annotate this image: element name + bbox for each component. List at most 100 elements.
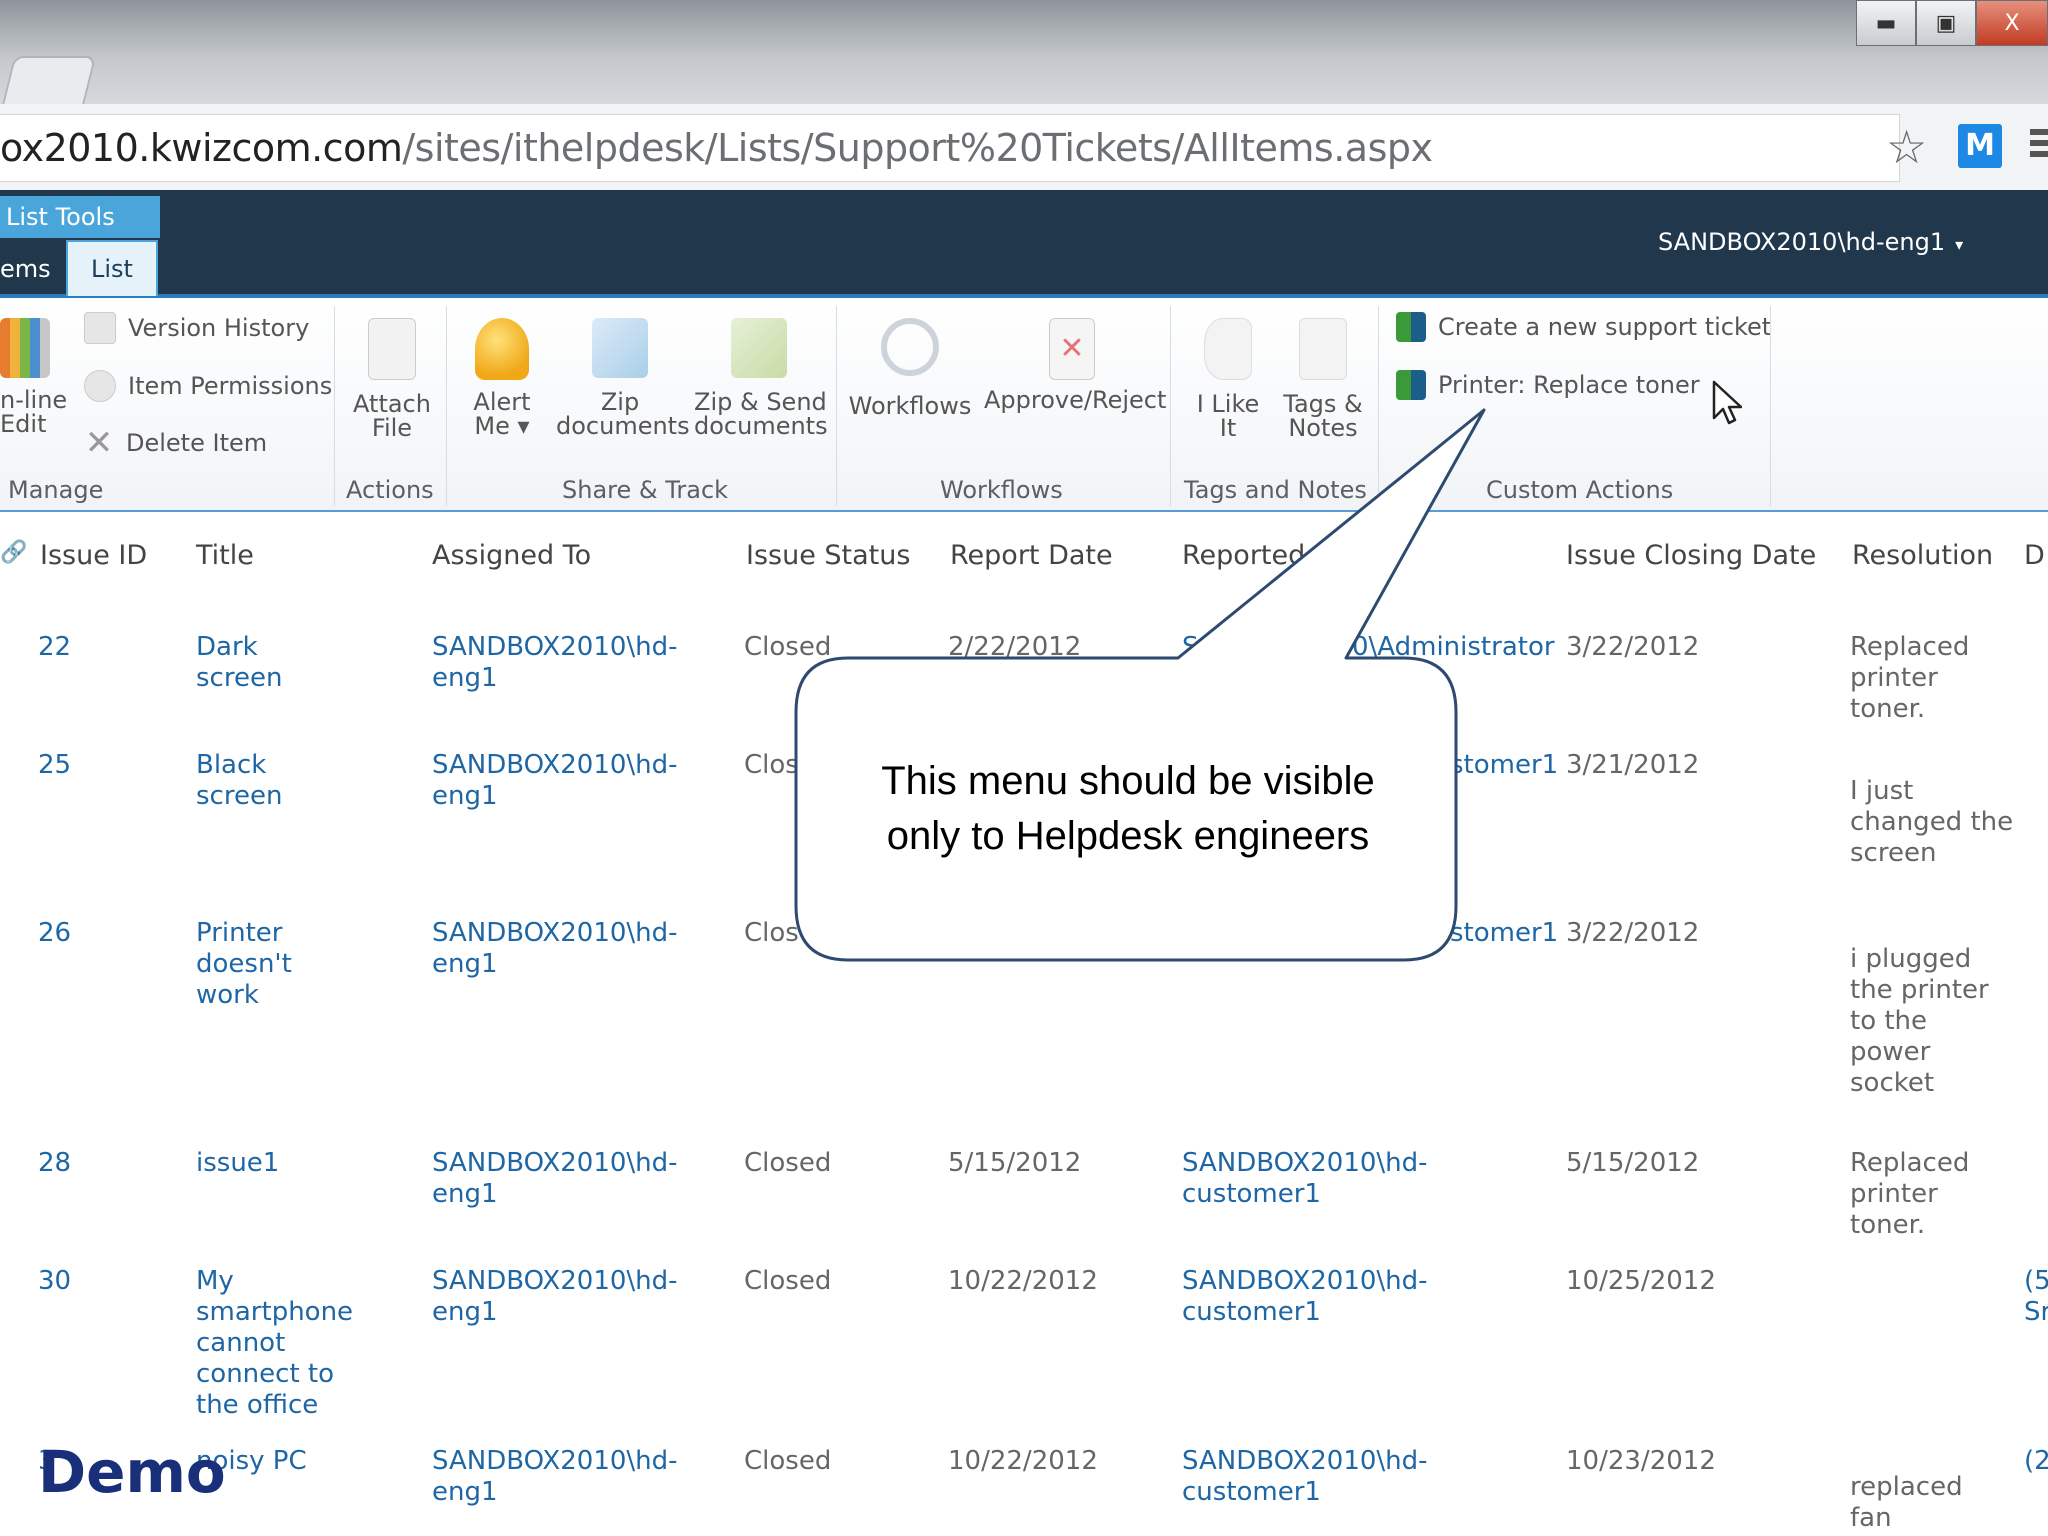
cell-extra: (2: [2024, 1446, 2048, 1476]
group-divider: [1378, 306, 1379, 506]
mouse-pointer-icon: [1712, 380, 1742, 425]
tags-notes-button[interactable]: Tags & Notes: [1280, 318, 1366, 440]
item-permissions-icon: [84, 370, 116, 402]
inline-edit-label: n-line Edit: [0, 386, 68, 438]
cell-assigned[interactable]: SANDBOX2010\hd-eng1: [432, 1148, 742, 1210]
item-permissions-label: Item Permissions: [128, 372, 333, 400]
cell-title[interactable]: Black screen: [196, 750, 396, 812]
cell-title[interactable]: My smartphone cannot connect to the offi…: [196, 1266, 396, 1421]
group-label-custom-actions: Custom Actions: [1486, 476, 1674, 504]
user-menu[interactable]: SANDBOX2010\hd-eng1 ▾: [1658, 224, 1963, 263]
tab-items[interactable]: ems: [0, 244, 64, 294]
zip-send-button[interactable]: Zip & Send documents: [694, 318, 828, 438]
create-support-ticket-label: Create a new support ticket: [1438, 313, 1772, 341]
inline-edit-icon: [0, 318, 50, 378]
cell-closing: 3/22/2012: [1566, 918, 1700, 948]
cell-resolution: i plugged the printer to the power socke…: [1850, 944, 1989, 1098]
group-label-share-track: Share & Track: [562, 476, 729, 504]
zip-documents-button[interactable]: Zip documents: [556, 318, 690, 438]
cell-report-date: 10/22/2012: [948, 1266, 1098, 1296]
callout-line-2: only to Helpdesk engineers: [886, 814, 1370, 858]
cell-title[interactable]: Dark screen: [196, 632, 396, 694]
version-history-button[interactable]: Version History: [84, 312, 309, 344]
col-header-assigned-to[interactable]: Assigned To: [432, 540, 591, 571]
attach-file-label: Attach File: [353, 390, 431, 442]
cell-assigned[interactable]: SANDBOX2010\hd-eng1: [432, 632, 742, 694]
version-history-icon: [84, 312, 116, 344]
workflow-icon: [881, 318, 939, 376]
approve-reject-icon: ✕: [1049, 318, 1095, 380]
cell-title[interactable]: noisy PC: [196, 1446, 396, 1477]
cell-closing: 10/25/2012: [1566, 1266, 1716, 1296]
maximize-button[interactable]: ▣: [1916, 0, 1976, 46]
tags-notes-label: Tags & Notes: [1283, 390, 1363, 442]
bell-icon: [475, 318, 529, 380]
paperclip-icon: [368, 318, 416, 380]
cell-reported-by[interactable]: SANDBOX2010\hd-customer1: [1182, 1266, 1562, 1328]
create-support-ticket-button[interactable]: Create a new support ticket: [1396, 312, 1771, 342]
approve-reject-label: Approve/Reject: [984, 386, 1167, 414]
col-header-report-date[interactable]: Report Date: [950, 540, 1113, 571]
i-like-it-button[interactable]: I Like It: [1186, 318, 1270, 440]
cell-assigned[interactable]: SANDBOX2010\hd-eng1: [432, 1266, 742, 1328]
cell-resolution: Replaced printer toner.: [1850, 1148, 1970, 1240]
callout-line-1: This menu should be visible: [881, 759, 1375, 803]
cell-title[interactable]: Printer doesn't work: [196, 918, 396, 1011]
url-host: ox2010.kwizcom.com: [0, 126, 403, 170]
printer-replace-toner-button[interactable]: Printer: Replace toner: [1396, 370, 1700, 400]
cell-id: 25: [38, 750, 72, 780]
cell-reporter-tail[interactable]: 0\Administrator: [1352, 632, 1562, 663]
cell-status: Closed: [744, 632, 832, 662]
cell-reported-by[interactable]: SANDBOX2010\hd-customer1: [1182, 1446, 1562, 1508]
cell-status: Closed: [744, 1446, 832, 1476]
col-header-resolution[interactable]: Resolution: [1852, 540, 1993, 571]
group-divider: [446, 306, 447, 506]
zip-send-icon: [731, 318, 787, 378]
attach-file-button[interactable]: Attach File: [352, 318, 432, 440]
group-label-tags-notes: Tags and Notes: [1184, 476, 1367, 504]
col-header-reported-by[interactable]: Reported: [1182, 540, 1305, 571]
approve-reject-button[interactable]: ✕ Approve/Reject: [984, 318, 1167, 414]
col-header-issue-id[interactable]: Issue ID: [40, 540, 147, 571]
url-text[interactable]: ox2010.kwizcom.com/sites/ithelpdesk/List…: [0, 120, 1433, 176]
cell-assigned[interactable]: SANDBOX2010\hd-eng1: [432, 918, 742, 980]
inline-edit-button[interactable]: n-line Edit: [0, 318, 68, 438]
cell-title[interactable]: issue1: [196, 1148, 396, 1179]
cell-closing: 10/23/2012: [1566, 1446, 1716, 1476]
alert-me-label: Alert Me ▾: [473, 388, 531, 440]
close-button[interactable]: X: [1976, 0, 2048, 46]
group-divider: [1770, 306, 1771, 506]
url-path: /sites/ithelpdesk/Lists/Support%20Ticket…: [402, 126, 1433, 170]
col-header-extra[interactable]: D: [2024, 540, 2045, 571]
browser-tab[interactable]: [1, 56, 97, 106]
browser-menu-icon[interactable]: [2030, 124, 2048, 168]
list-tools-label: List Tools: [0, 196, 160, 238]
workflows-button[interactable]: Workflows: [848, 318, 972, 418]
minimize-button[interactable]: ▬: [1856, 0, 1916, 46]
extension-icon[interactable]: M: [1958, 124, 2002, 168]
group-label-manage: Manage: [8, 476, 104, 504]
cell-status: Closed: [744, 1148, 832, 1178]
delete-x-icon: ✕: [84, 423, 114, 463]
cell-closing: 3/21/2012: [1566, 750, 1700, 780]
cell-status: Clos: [744, 918, 799, 948]
tab-list[interactable]: List: [66, 240, 158, 296]
cell-report-date: 5/15/2012: [948, 1148, 1082, 1178]
col-header-issue-status[interactable]: Issue Status: [746, 540, 910, 571]
cell-reported-by[interactable]: SANDBOX2010\hd-customer1: [1182, 1148, 1562, 1210]
star-icon[interactable]: ☆: [1886, 122, 1936, 172]
item-permissions-button[interactable]: Item Permissions: [84, 370, 332, 402]
cell-resolution: Replaced printer toner.: [1850, 632, 1970, 724]
delete-item-button[interactable]: ✕ Delete Item: [84, 423, 267, 463]
cell-id: 28: [38, 1148, 72, 1178]
callout-text: This menu should be visible only to Help…: [800, 754, 1456, 864]
cell-assigned[interactable]: SANDBOX2010\hd-eng1: [432, 1446, 742, 1508]
col-header-closing-date[interactable]: Issue Closing Date: [1566, 540, 1816, 571]
cell-assigned[interactable]: SANDBOX2010\hd-eng1: [432, 750, 742, 812]
col-header-title[interactable]: Title: [196, 540, 254, 571]
zip-icon: [592, 318, 648, 378]
alert-me-button[interactable]: Alert Me ▾: [466, 318, 538, 438]
custom-action-icon: [1396, 370, 1426, 400]
chevron-down-icon: ▾: [1955, 235, 1964, 254]
col-header-attachments[interactable]: 🔗: [0, 540, 27, 565]
